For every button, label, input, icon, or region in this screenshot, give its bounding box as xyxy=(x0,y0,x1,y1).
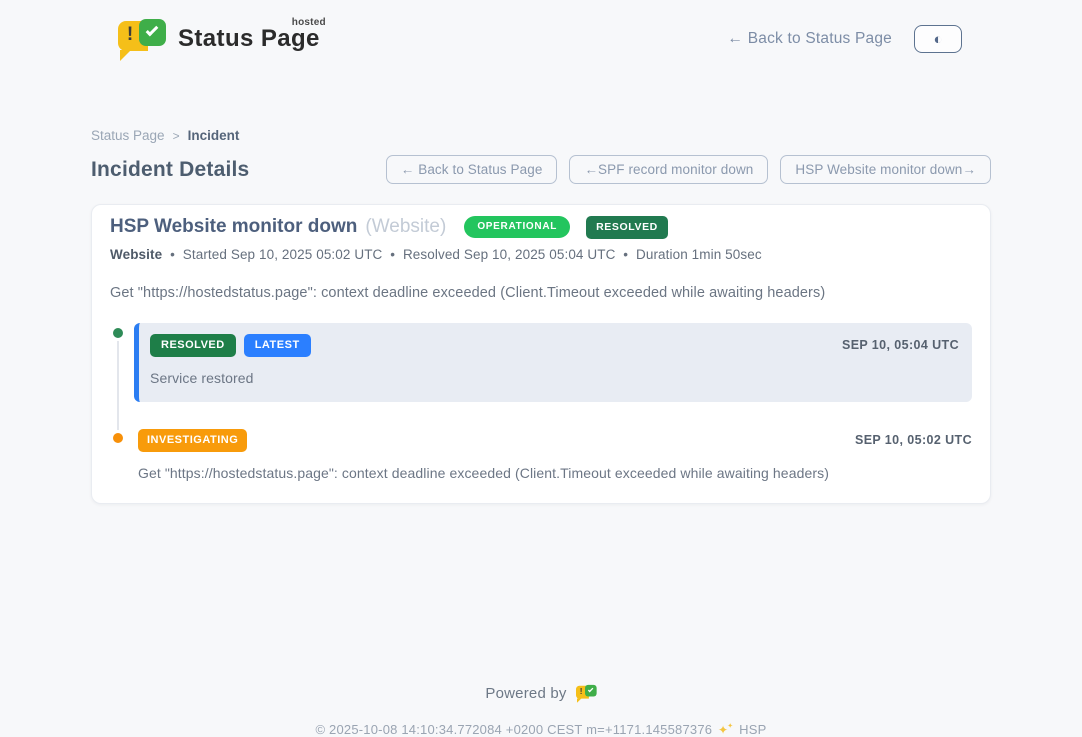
logo-bubble-tail xyxy=(120,50,131,61)
exclamation-icon: ! xyxy=(124,24,136,46)
resolved-badge: RESOLVED xyxy=(150,334,236,357)
incident-title-row: HSP Website monitor down (Website) OPERA… xyxy=(110,216,972,239)
logo-bubble-green xyxy=(139,19,166,46)
check-icon xyxy=(146,24,159,37)
timeline-item-resolved: RESOLVED LATEST SEP 10, 05:04 UTC Servic… xyxy=(110,323,972,402)
incident-description: Get "https://hostedstatus.page": context… xyxy=(110,285,972,301)
main-content: Status Page > Incident Incident Details … xyxy=(91,62,991,504)
footer: Powered by ! © 2025-10-08 14:10:34.77208… xyxy=(0,684,1082,737)
incident-component: Website xyxy=(110,247,162,262)
incident-started: Started Sep 10, 2025 05:02 UTC xyxy=(183,247,383,262)
incident-duration: Duration 1min 50sec xyxy=(636,247,762,262)
meta-bullet: • xyxy=(623,247,628,262)
timeline-latest-update-box: RESOLVED LATEST SEP 10, 05:04 UTC Servic… xyxy=(134,323,972,402)
logo-bubble-green xyxy=(585,684,597,696)
breadcrumb-separator: > xyxy=(173,129,180,143)
brand-name-label: Status Page xyxy=(178,25,320,52)
status-page-logo-icon: ! xyxy=(118,17,166,61)
brand-logo[interactable]: ! Status Page hosted xyxy=(118,17,320,61)
copyright-suffix: HSP xyxy=(739,722,766,737)
back-to-status-page-link[interactable]: ← Back to Status Page xyxy=(728,30,892,48)
incident-timeline: RESOLVED LATEST SEP 10, 05:04 UTC Servic… xyxy=(110,323,972,481)
exclamation-icon: ! xyxy=(578,687,583,696)
sparkles-icon xyxy=(718,722,733,737)
incident-meta: Website • Started Sep 10, 2025 05:02 UTC… xyxy=(110,247,972,262)
copyright-text: © 2025-10-08 14:10:34.772084 +0200 CEST … xyxy=(315,722,712,737)
theme-toggle-button[interactable]: ◐ xyxy=(914,25,962,53)
timeline-dot-resolved xyxy=(110,325,126,341)
timeline-message: Get "https://hostedstatus.page": context… xyxy=(138,465,972,481)
copyright-line: © 2025-10-08 14:10:34.772084 +0200 CEST … xyxy=(0,722,1082,737)
timeline-item-investigating: INVESTIGATING SEP 10, 05:02 UTC Get "htt… xyxy=(110,428,972,481)
footer-logo-icon[interactable]: ! xyxy=(576,684,597,704)
breadcrumb-status-page[interactable]: Status Page xyxy=(91,128,165,143)
incident-card: HSP Website monitor down (Website) OPERA… xyxy=(91,204,991,504)
brand-hosted-superscript: hosted xyxy=(292,17,326,28)
timeline-dot-investigating xyxy=(110,430,126,446)
timeline-badges: RESOLVED LATEST xyxy=(150,334,311,357)
powered-by-label: Powered by xyxy=(485,685,566,702)
timeline-update-plain: INVESTIGATING SEP 10, 05:02 UTC Get "htt… xyxy=(134,428,972,481)
breadcrumb-incident: Incident xyxy=(188,128,240,143)
meta-bullet: • xyxy=(390,247,395,262)
timeline-timestamp: SEP 10, 05:02 UTC xyxy=(855,433,972,447)
timeline-update-header: RESOLVED LATEST SEP 10, 05:04 UTC xyxy=(150,334,959,357)
meta-bullet: • xyxy=(170,247,175,262)
incident-scope: (Website) xyxy=(365,216,446,238)
timeline-message: Service restored xyxy=(150,370,959,386)
next-incident-button[interactable]: HSP Website monitor down→ xyxy=(780,155,991,184)
latest-badge: LATEST xyxy=(244,334,311,357)
title-row: Incident Details ← Back to Status Page ←… xyxy=(91,155,991,184)
back-to-status-page-button[interactable]: ← Back to Status Page xyxy=(386,155,558,184)
resolved-status-badge: RESOLVED xyxy=(586,216,668,239)
brand-name: Status Page hosted xyxy=(178,25,320,53)
check-icon xyxy=(587,686,592,691)
incident-resolved: Resolved Sep 10, 2025 05:04 UTC xyxy=(403,247,615,262)
incident-nav-buttons: ← Back to Status Page ←SPF record monito… xyxy=(386,155,991,184)
investigating-badge: INVESTIGATING xyxy=(138,429,247,452)
logo-bubble-tail xyxy=(576,698,581,703)
timeline-timestamp: SEP 10, 05:04 UTC xyxy=(842,338,959,352)
page-title: Incident Details xyxy=(91,158,249,182)
incident-title: HSP Website monitor down xyxy=(110,216,357,238)
powered-by-row: Powered by ! xyxy=(0,684,1082,704)
header: ! Status Page hosted ← Back to Status Pa… xyxy=(0,0,1082,62)
operational-badge: OPERATIONAL xyxy=(464,216,570,238)
header-right: ← Back to Status Page ◐ xyxy=(728,25,962,53)
timeline-update-header: INVESTIGATING SEP 10, 05:02 UTC xyxy=(138,429,972,452)
breadcrumb: Status Page > Incident xyxy=(91,128,991,143)
prev-incident-button[interactable]: ←SPF record monitor down xyxy=(569,155,768,184)
half-circle-icon: ◐ xyxy=(933,32,942,47)
